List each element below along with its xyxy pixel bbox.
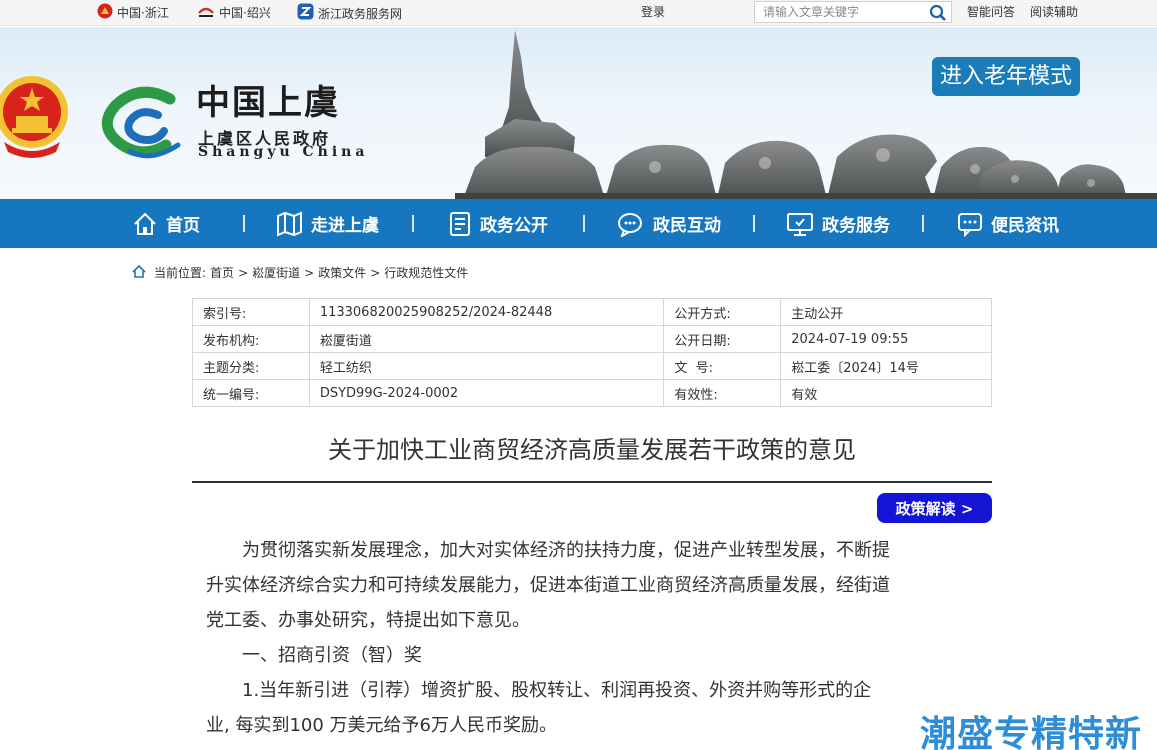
value-date: 2024-07-19 09:55 xyxy=(780,325,992,353)
breadcrumb-separator: > xyxy=(238,265,249,280)
elderly-mode-button[interactable]: 进入老年模式 xyxy=(932,57,1081,96)
nav-home[interactable]: 首页 xyxy=(132,199,200,248)
nav-separator xyxy=(922,215,924,232)
table-row: 主题分类: 轻工纺织 文 号: 崧工委〔2024〕14号 xyxy=(192,352,992,380)
nav-separator xyxy=(412,215,414,232)
main-nav: 首页 走进上虞 政务公开 政民互动 政务服务 便民资讯 xyxy=(0,199,1157,248)
nav-interaction[interactable]: 政民互动 xyxy=(617,199,721,248)
breadcrumb-normative[interactable]: 行政规范性文件 xyxy=(384,264,468,281)
table-row: 统一编号: DSYD99G-2024-0002 有效性: 有效 xyxy=(192,379,992,407)
label-doc-number: 文 号: xyxy=(663,352,782,380)
breadcrumb-separator: > xyxy=(304,265,315,280)
paragraph-line: 为贯彻落实新发展理念，加大对实体经济的扶持力度，促进产业转型发展，不断提 xyxy=(206,540,890,561)
value-doc-number: 崧工委〔2024〕14号 xyxy=(780,352,992,380)
policy-interpretation-button[interactable]: 政策解读 > xyxy=(877,493,992,523)
value-disclosure: 主动公开 xyxy=(780,298,992,326)
smart-qa-link[interactable]: 智能问答 xyxy=(967,3,1015,20)
search-input[interactable] xyxy=(755,2,923,22)
article-body: 为贯彻落实新发展理念，加大对实体经济的扶持力度，促进产业转型发展，不断提 升实体… xyxy=(206,533,976,743)
breadcrumb: 当前位置: 首页 > 崧厦街道 > 政策文件 > 行政规范性文件 xyxy=(132,264,468,281)
chat-icon xyxy=(617,211,645,237)
section-heading: 一、招商引资（智）奖 xyxy=(206,645,422,666)
article-title: 关于加快工业商贸经济高质量发展若干政策的意见 xyxy=(328,436,856,464)
document-icon xyxy=(448,211,472,237)
search-icon[interactable] xyxy=(929,4,947,22)
home-icon xyxy=(132,211,158,237)
link-zhejiang[interactable]: 中国·浙江 xyxy=(97,3,169,22)
site-english-name: Shangyu China xyxy=(198,144,369,160)
nav-info[interactable]: 便民资讯 xyxy=(957,199,1059,248)
breadcrumb-separator: > xyxy=(370,265,381,280)
map-icon xyxy=(276,210,303,237)
login-link[interactable]: 登录 xyxy=(641,3,665,20)
value-topic: 轻工纺织 xyxy=(308,352,665,380)
document-info-table: 索引号: 113306820025908252/2024-82448 公开方式:… xyxy=(192,298,992,407)
value-validity: 有效 xyxy=(780,379,992,407)
breadcrumb-home[interactable]: 首页 xyxy=(210,264,234,281)
message-icon xyxy=(957,211,983,237)
home-icon xyxy=(132,264,146,281)
link-zjzwfw[interactable]: 浙江政务服务网 xyxy=(297,3,402,23)
value-index: 113306820025908252/2024-82448 xyxy=(308,298,665,326)
monitor-icon xyxy=(786,211,814,237)
label-topic: 主题分类: xyxy=(192,352,310,380)
label-index: 索引号: xyxy=(192,298,310,326)
breadcrumb-prefix: 当前位置: xyxy=(154,266,207,280)
top-bar: 中国·浙江 中国·绍兴 浙江政务服务网 登录 智能问答 阅读辅助 xyxy=(0,0,1157,26)
statues-illustration xyxy=(455,27,1157,199)
label-publisher: 发布机构: xyxy=(192,325,310,353)
nav-separator xyxy=(243,215,245,232)
label-disclosure: 公开方式: xyxy=(663,298,782,326)
zjzwfw-logo-icon xyxy=(297,3,314,23)
breadcrumb-songxia[interactable]: 崧厦街道 xyxy=(252,264,300,281)
paragraph-line: 升实体经济综合实力和可持续发展能力，促进本街道工业商贸经济高质量发展，经街道 xyxy=(206,575,890,596)
nav-separator xyxy=(583,215,585,232)
title-divider xyxy=(192,481,992,483)
reading-aid-link[interactable]: 阅读辅助 xyxy=(1030,3,1078,20)
shangyu-logo-icon xyxy=(100,85,188,165)
paragraph-line: 1.当年新引进（引荐）增资扩股、股权转让、利润再投资、外资并购等形式的企 xyxy=(206,680,872,701)
party-emblem-icon xyxy=(97,3,113,22)
label-date: 公开日期: xyxy=(663,325,782,353)
label-validity: 有效性: xyxy=(663,379,782,407)
label-unified-number: 统一编号: xyxy=(192,379,310,407)
nav-separator xyxy=(753,215,755,232)
nav-services[interactable]: 政务服务 xyxy=(786,199,890,248)
link-shaoxing[interactable]: 中国·绍兴 xyxy=(197,3,271,22)
nav-gov-affairs[interactable]: 政务公开 xyxy=(448,199,548,248)
table-row: 索引号: 113306820025908252/2024-82448 公开方式:… xyxy=(192,298,992,326)
shaoxing-logo-icon xyxy=(197,3,215,22)
watermark-text: 潮盛专精特新 xyxy=(920,714,1143,750)
value-publisher: 崧厦街道 xyxy=(308,325,665,353)
paragraph-line: 党工委、办事处研究，特提出如下意见。 xyxy=(206,610,530,631)
nav-shangyu[interactable]: 走进上虞 xyxy=(276,199,379,248)
site-name: 中国上虞 xyxy=(196,83,340,123)
national-emblem-icon xyxy=(0,72,70,158)
paragraph-line: 业, 每实到100 万美元给予6万人民币奖励。 xyxy=(206,715,557,736)
table-row: 发布机构: 崧厦街道 公开日期: 2024-07-19 09:55 xyxy=(192,325,992,353)
breadcrumb-policy[interactable]: 政策文件 xyxy=(318,264,366,281)
value-unified-number: DSYD99G-2024-0002 xyxy=(308,379,665,407)
header-banner: 中国上虞 上虞区人民政府 Shangyu China 进入老年模式 xyxy=(0,27,1157,199)
search-box xyxy=(754,1,952,23)
